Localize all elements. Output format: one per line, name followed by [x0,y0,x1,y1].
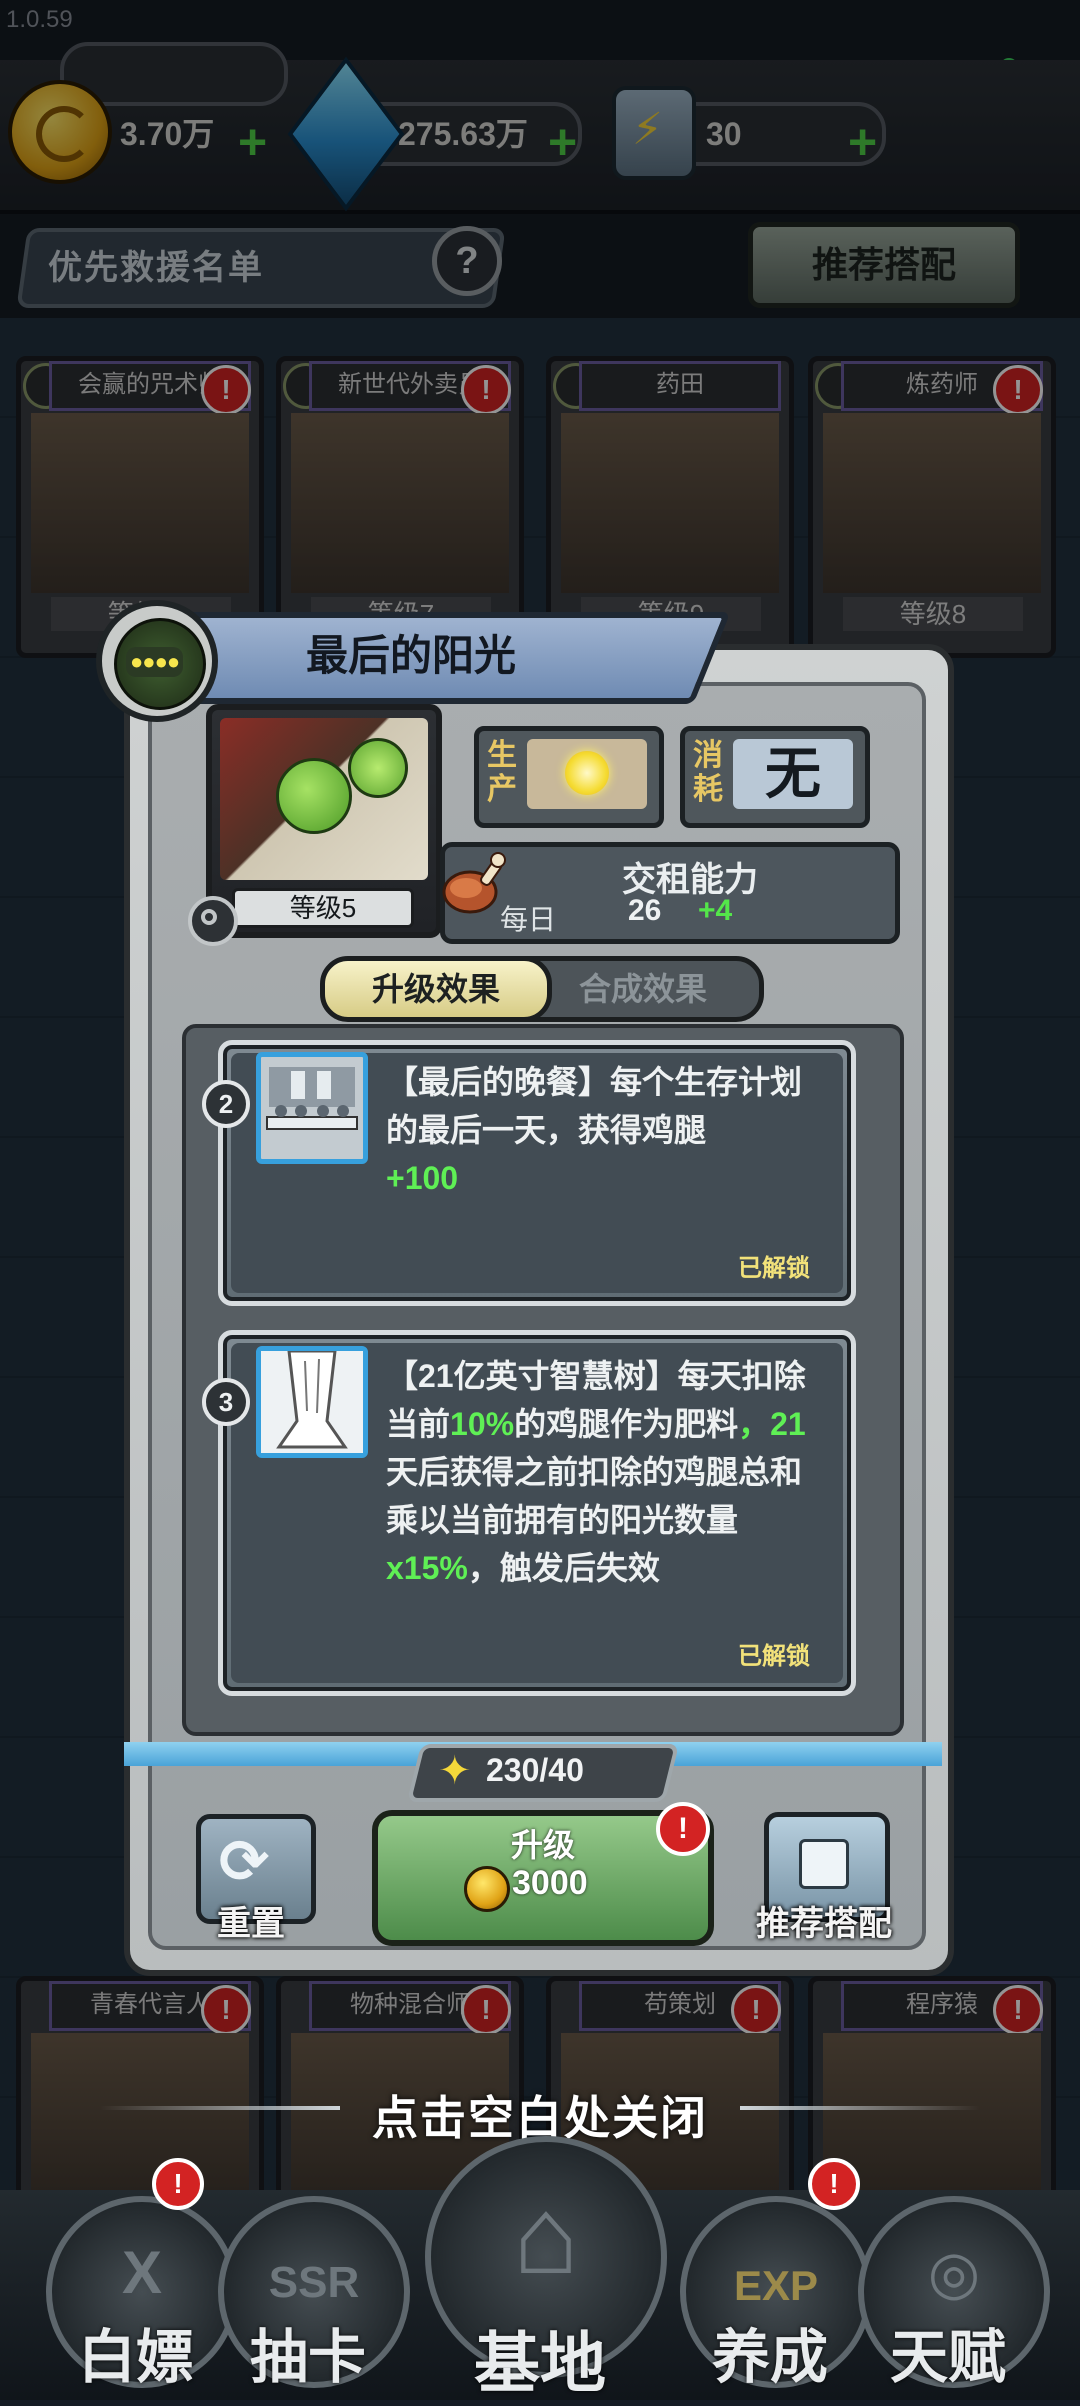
coin-icon [464,1866,510,1912]
character-image [220,718,428,880]
effect-number: 2 [202,1080,250,1128]
ssr-icon: SSR [268,2258,360,2307]
effect-description: 【最后的晚餐】每个生存计划的最后一天，获得鸡腿 +100 [386,1058,826,1202]
freebie-icon: X [121,2239,163,2306]
produce-box: 生产 [474,726,664,828]
nav-label: 抽卡 [249,2325,366,2390]
talent-icon: ◎ [927,2239,981,2306]
puzzle-icon: ✦ [438,1749,472,1793]
tab-synthesis[interactable]: 合成效果 [522,956,764,1022]
consume-box: 消耗 无 [680,726,870,828]
effect-days: ，21 [738,1406,806,1442]
nav-label: 基地 [474,2326,606,2400]
base-icon: ⌂ [512,2174,580,2297]
unlocked-status: 已解锁 [738,1643,810,1670]
effect-value: +100 [386,1160,459,1196]
produce-slot [527,739,647,809]
fragment-count: 230/40 [486,1752,584,1788]
rent-value: 26 [628,894,662,927]
alert-icon: ! [152,2158,204,2210]
portrait-level: 等级5 [232,888,414,928]
nav-label: 养成 [711,2325,828,2390]
tab-upgrade[interactable]: 升级效果 [320,956,552,1022]
modal-title: 最后的阳光 [305,632,516,679]
plant-icon [348,738,408,798]
reset-label: 重置 [217,1905,285,1943]
copy-icon [784,1826,849,1889]
character-portrait: 等级5 [206,704,442,938]
consume-label: 消耗 [693,739,723,806]
effect-multiplier: x15% [386,1550,468,1586]
upgrade-cost: 3000 [512,1864,588,1902]
rent-bonus: +4 [698,894,733,927]
effect-text-part3: 天后获得之前扣除的鸡腿总和乘以当前拥有的阳光数量 [386,1454,803,1538]
peashooter-icon [276,758,352,834]
effect-percent: 10% [450,1406,515,1442]
effect-text-part2: 的鸡腿作为肥料 [514,1406,739,1442]
recommend-label: 推荐搭配 [756,1905,892,1943]
nav-label: 白嫖 [77,2325,194,2390]
exp-icon: EXP [733,2262,819,2309]
effect-number: 3 [202,1378,250,1426]
effect-text: 【最后的晚餐】每个生存计划的最后一天，获得鸡腿 [386,1064,803,1148]
wisdom-tree-icon [256,1346,368,1458]
consume-value: 无 [733,739,853,809]
rent-daily-label: 每日 [500,904,557,935]
effect-text-part4: ，触发后失效 [467,1550,660,1586]
unlocked-status: 已解锁 [738,1255,810,1282]
rarity-badge-icon [96,600,218,722]
last-supper-icon [256,1052,368,1164]
alert-icon: ! [808,2158,860,2210]
nav-label: 天赋 [889,2325,1006,2390]
sun-icon [565,751,609,795]
alert-icon: ! [656,1802,710,1856]
produce-label: 生产 [487,739,517,806]
effect-description: 【21亿英寸智慧树】每天扣除当前10%的鸡腿作为肥料，21天后获得之前扣除的鸡腿… [386,1352,830,1592]
target-icon[interactable] [188,896,238,946]
refresh-icon: ⟳ [219,1828,270,1895]
rent-title: 交租能力 [622,861,758,899]
